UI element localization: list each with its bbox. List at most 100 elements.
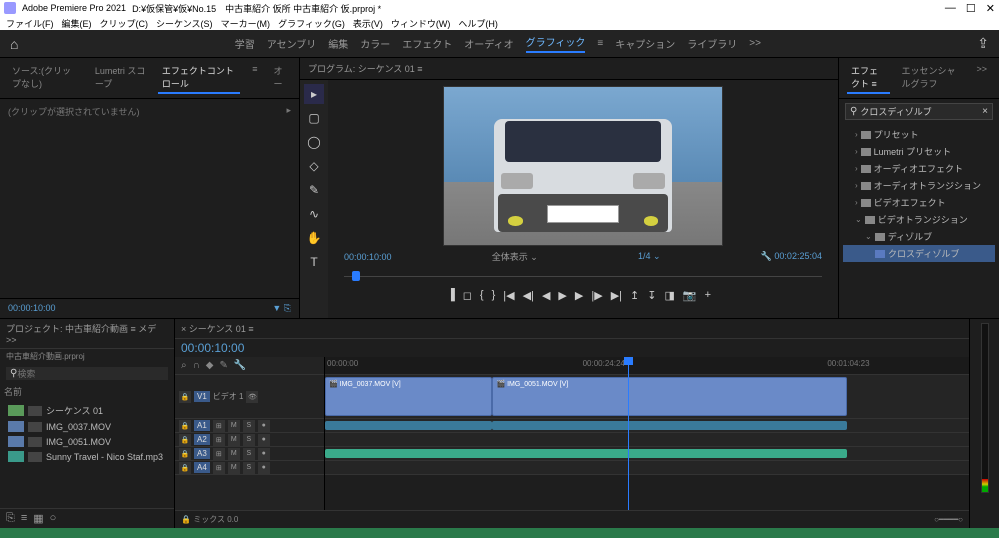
project-item-Sunny Travel - Nico Staf.mp3[interactable]: Sunny Travel - Nico Staf.mp3	[4, 449, 170, 464]
workspace-library[interactable]: ライブラリ	[687, 36, 737, 51]
program-timecode-left[interactable]: 00:00:10:00	[344, 252, 392, 262]
selection-tool[interactable]: ▸	[304, 84, 324, 104]
type-tool[interactable]: T	[304, 252, 324, 272]
wrench-icon[interactable]: 🔧	[234, 360, 246, 371]
effect-controls-menu-icon[interactable]: ≡	[248, 62, 261, 94]
goto-in-button[interactable]: |◀	[503, 289, 514, 302]
menu-sequence[interactable]: シーケンス(S)	[156, 17, 213, 30]
program-monitor-video[interactable]	[443, 86, 723, 246]
audio-tab[interactable]: オー	[269, 62, 291, 94]
workspace-edit[interactable]: 編集	[328, 36, 348, 51]
project-search-input[interactable]	[17, 368, 164, 379]
timeline-ruler[interactable]: 00:00:00 00:00:24:24 00:01:04:23	[325, 357, 969, 375]
effects-panel-tab[interactable]: エフェクト ≡	[847, 62, 890, 94]
workspace-more[interactable]: >>	[749, 38, 761, 49]
maximize-button[interactable]: ☐	[966, 2, 976, 15]
menu-clip[interactable]: クリップ(C)	[100, 17, 149, 30]
mark-in-button[interactable]: {	[480, 289, 484, 302]
snap-icon[interactable]: ⌕	[181, 360, 187, 371]
share-icon[interactable]: ⇪	[977, 35, 989, 52]
step-back-button[interactable]: ◀|	[523, 289, 534, 302]
source-timecode[interactable]: 00:00:10:00	[8, 303, 56, 314]
lift-button[interactable]: ↥	[630, 289, 639, 302]
workspace-learn[interactable]: 学習	[235, 36, 255, 51]
column-name[interactable]: 名前	[0, 383, 174, 400]
workspace-audio[interactable]: オーディオ	[464, 36, 513, 51]
track-a4[interactable]	[325, 461, 969, 475]
new-bin-icon[interactable]: ⎘	[284, 303, 291, 313]
safe-margins-button[interactable]: ◻	[463, 289, 472, 302]
panel-more[interactable]: >>	[972, 62, 991, 94]
track-a3[interactable]	[325, 447, 969, 461]
track-lock-A1[interactable]: 🔒	[179, 420, 191, 432]
fx-ビデオエフェクト[interactable]: › ビデオエフェクト	[843, 194, 995, 211]
program-scrubber[interactable]	[334, 269, 832, 283]
fx-オーディオトランジション[interactable]: › オーディオトランジション	[843, 177, 995, 194]
play-button[interactable]: ▶	[558, 289, 566, 302]
menu-window[interactable]: ウィンドウ(W)	[391, 17, 451, 30]
track-A3-label[interactable]: A3	[194, 448, 210, 459]
menu-marker[interactable]: マーカー(M)	[221, 17, 271, 30]
workspace-graphics[interactable]: グラフィック	[526, 34, 586, 53]
menu-edit[interactable]: 編集(E)	[62, 17, 92, 30]
track-A2-label[interactable]: A2	[194, 434, 210, 445]
clip-IMG_0037.MOV [V][interactable]: 🎬 IMG_0037.MOV [V]	[325, 377, 492, 416]
hand-tool[interactable]: ✋	[304, 228, 324, 248]
goto-out-button[interactable]: ▶|	[611, 289, 622, 302]
icon-view-button[interactable]: ▦	[33, 512, 43, 525]
workspace-captions[interactable]: キャプション	[615, 36, 675, 51]
home-icon[interactable]: ⌂	[10, 36, 18, 52]
audio-clip[interactable]	[325, 421, 492, 430]
new-item-button[interactable]: ⎘	[6, 512, 15, 525]
extract-button[interactable]: ↧	[647, 289, 656, 302]
ellipse-tool[interactable]: ◯	[304, 132, 324, 152]
project-item-IMG_0051.MOV[interactable]: IMG_0051.MOV	[4, 434, 170, 449]
project-item-IMG_0037.MOV[interactable]: IMG_0037.MOV	[4, 419, 170, 434]
step-fwd-button[interactable]: |▶	[591, 289, 602, 302]
fit-dropdown[interactable]: 全体表示	[492, 252, 528, 262]
fx-ディゾルブ[interactable]: ⌄ ディゾルブ	[843, 228, 995, 245]
workspace-menu-icon[interactable]: ≡	[597, 38, 603, 49]
timeline-header[interactable]: × シーケンス 01 ≡	[175, 319, 969, 339]
menu-file[interactable]: ファイル(F)	[6, 17, 54, 30]
track-lock-A4[interactable]: 🔒	[179, 462, 191, 474]
workspace-assembly[interactable]: アセンブリ	[267, 36, 317, 51]
track-A2-●[interactable]: ●	[258, 434, 270, 446]
pen-tool[interactable]: ✎	[304, 180, 324, 200]
track-A1-S[interactable]: S	[243, 420, 255, 432]
track-lock-A3[interactable]: 🔒	[179, 448, 191, 460]
music-clip[interactable]	[325, 449, 847, 458]
play-only-icon[interactable]: ▸	[286, 105, 291, 116]
marker-icon[interactable]: ◆	[206, 360, 214, 371]
audio-clip[interactable]	[492, 421, 846, 430]
list-view-button[interactable]: ≡	[21, 512, 27, 525]
link-icon[interactable]: ∩	[193, 360, 200, 371]
fx-クロスディゾルブ[interactable]: クロスディゾルブ	[843, 245, 995, 262]
source-tab[interactable]: ソース:(クリップなし)	[8, 62, 83, 94]
fx-オーディオエフェクト[interactable]: › オーディオエフェクト	[843, 160, 995, 177]
project-item-シーケンス 01[interactable]: シーケンス 01	[4, 402, 170, 419]
menu-graphics[interactable]: グラフィック(G)	[278, 17, 345, 30]
track-A4-●[interactable]: ●	[258, 462, 270, 474]
clear-search-button[interactable]: ×	[982, 106, 988, 117]
track-A4-label[interactable]: A4	[194, 462, 210, 473]
track-a2[interactable]	[325, 433, 969, 447]
mark-out-button[interactable]: }	[492, 289, 496, 302]
marker-button[interactable]: ▐	[447, 289, 455, 302]
track-lock-mix[interactable]: 🔒	[181, 515, 191, 524]
track-A1-M[interactable]: M	[228, 420, 240, 432]
track-A2-M[interactable]: M	[228, 434, 240, 446]
effect-controls-tab[interactable]: エフェクトコントロール	[158, 62, 240, 94]
track-A1-label[interactable]: A1	[194, 420, 210, 431]
freeform-view-button[interactable]: ○	[50, 512, 57, 525]
track-v1[interactable]: 🎬 IMG_0037.MOV [V]🎬 IMG_0051.MOV [V]	[325, 375, 969, 419]
menu-help[interactable]: ヘルプ(H)	[458, 17, 498, 30]
effects-search-input[interactable]	[860, 107, 979, 117]
track-A3-S[interactable]: S	[243, 448, 255, 460]
menu-view[interactable]: 表示(V)	[353, 17, 383, 30]
fx-Lumetri プリセット[interactable]: › Lumetri プリセット	[843, 143, 995, 160]
track-lock-A2[interactable]: 🔒	[179, 434, 191, 446]
track-A3-●[interactable]: ●	[258, 448, 270, 460]
track-A2-S[interactable]: S	[243, 434, 255, 446]
settings-icon[interactable]: ✎	[220, 360, 228, 371]
